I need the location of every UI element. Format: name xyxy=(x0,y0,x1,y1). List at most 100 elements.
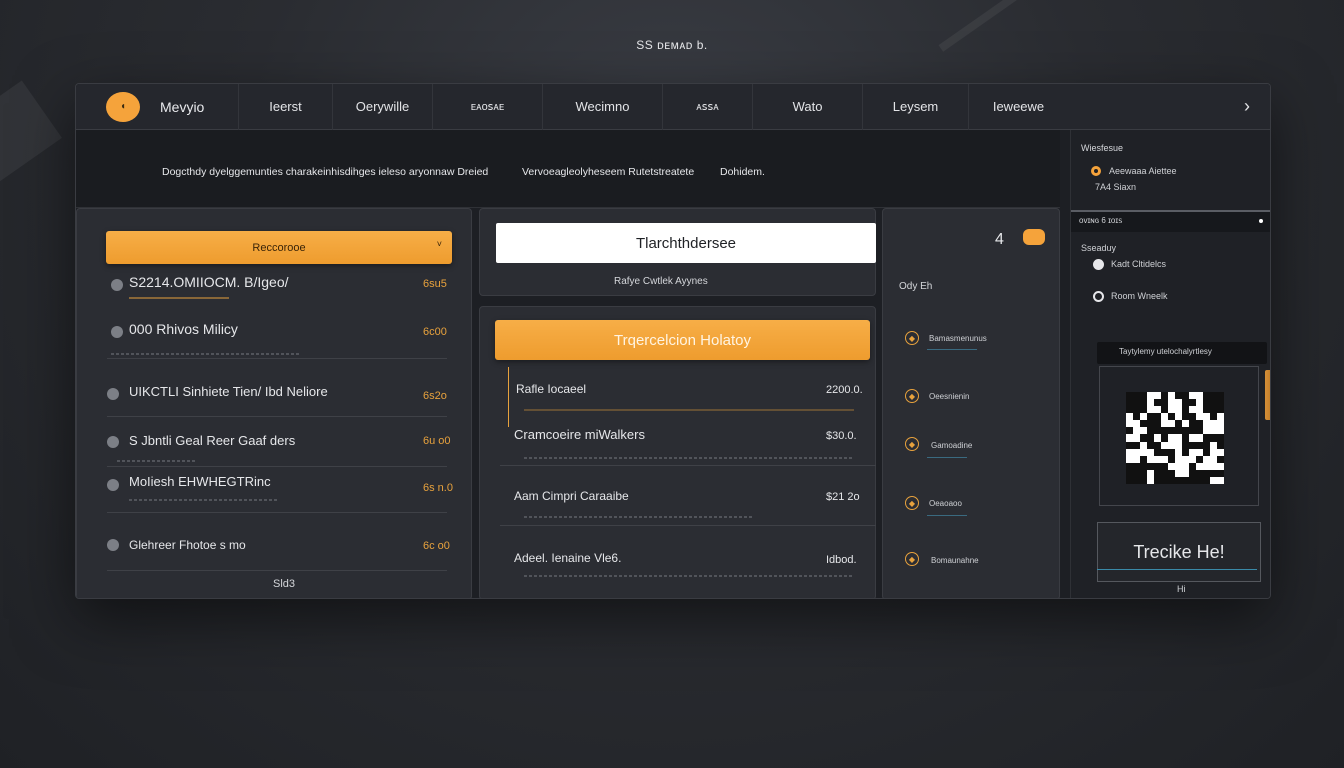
list-item-label[interactable]: Glehreer Fhotoe s mo xyxy=(129,538,246,552)
banner-text-left: Dogcthdy dyelggemunties charakeinhisdihg… xyxy=(162,166,489,178)
chat-bubble-icon[interactable] xyxy=(1023,229,1045,245)
section-title: Sseaduy xyxy=(1081,243,1117,253)
transaction-label[interactable]: Aam Cimpri Caraaibe xyxy=(514,489,629,503)
accounts-dropdown-label: Reccorooe xyxy=(252,241,306,254)
search-subtext: Rafye Cwtlek Ayynes xyxy=(614,276,708,287)
chevron-right-icon[interactable]: › xyxy=(1244,96,1250,117)
divider xyxy=(500,525,876,526)
search-input[interactable]: Tlarchthdersee xyxy=(496,223,876,263)
search-panel: Tlarchthdersee Rafye Cwtlek Ayynes xyxy=(479,208,876,296)
activity-subtitle: Ody Eh xyxy=(899,281,933,292)
list-item-label[interactable]: S Jbntli Geal Reer Gaaf ders xyxy=(129,433,295,448)
tab-4[interactable]: Wecimno xyxy=(542,84,662,130)
qr-title: Taytylemy utelochalyrtlesy xyxy=(1119,347,1212,356)
transaction-label[interactable]: Rafle Iocaeel xyxy=(516,382,586,396)
divider xyxy=(107,358,447,359)
list-item-value: 6s2o xyxy=(423,390,447,402)
divider xyxy=(927,515,967,516)
activity-count: 4 xyxy=(995,231,1004,248)
progress-bar: ᴏᴠɪɴɢ 6 ɪᴏɪꜱ xyxy=(1071,210,1270,232)
transaction-history-button[interactable]: Trqercelcion Holatoy xyxy=(495,320,870,360)
brand-name[interactable]: Mevyio xyxy=(160,99,238,115)
radio-selected-icon[interactable] xyxy=(1091,166,1101,176)
transaction-amount: 2200.0. xyxy=(826,384,863,396)
option-label[interactable]: Kadt Cltidelcs xyxy=(1111,259,1166,269)
transaction-history-panel: Trqercelcion Holatoy Rafle Iocaeel 2200.… xyxy=(479,306,876,598)
transaction-label[interactable]: Cramcoeire miWalkers xyxy=(514,427,645,442)
divider xyxy=(927,457,967,458)
activity-item[interactable]: Bamasmenunus xyxy=(929,334,987,343)
list-item-label[interactable]: S2214.OMIIOCM. B/Igeo/ xyxy=(129,274,289,290)
list-item-label[interactable]: 000 Rhivos Milicy xyxy=(129,321,238,337)
tab-7[interactable]: Leysem xyxy=(862,84,968,130)
token-icon: ◆ xyxy=(905,496,919,510)
tab-3[interactable]: ᴇᴀᴏꜱᴀᴇ xyxy=(432,84,542,130)
list-item-value: 6su5 xyxy=(423,278,447,290)
list-item-value: 6c o0 xyxy=(423,540,450,552)
coin-icon xyxy=(107,539,119,551)
item-subtext xyxy=(129,297,229,299)
list-item-value: 6u o0 xyxy=(423,435,451,447)
activity-item[interactable]: Oeesnienin xyxy=(929,392,969,401)
divider xyxy=(107,512,447,513)
activity-panel: 4 Ody Eh ◆ Bamasmenunus ◆ Oeesnienin ◆ G… xyxy=(882,208,1060,598)
accounts-panel: Reccorooe ˅ S2214.OMIIOCM. B/Igeo/ 6su5 … xyxy=(76,208,472,598)
panel-footer[interactable]: Sld3 xyxy=(273,578,295,590)
option-label[interactable]: Room Wneelk xyxy=(1111,291,1168,301)
chevron-down-icon: ˅ xyxy=(436,239,442,249)
banner-text-mid: Vervoeagleolyheseem Rutetstreatete xyxy=(522,166,695,178)
glow-accent xyxy=(1265,370,1270,420)
divider xyxy=(1097,569,1257,570)
transaction-subtext xyxy=(524,516,754,518)
token-icon: ◆ xyxy=(905,331,919,345)
right-sidebar: Wiesfesue Aeewaaa Aiettee 7A4 Siaxn ᴏᴠɪɴ… xyxy=(1070,130,1270,598)
list-item-value: 6s n.0 xyxy=(423,482,453,494)
coin-icon xyxy=(107,479,119,491)
token-icon: ◆ xyxy=(905,437,919,451)
divider xyxy=(500,465,876,466)
activity-item[interactable]: Gamoadine xyxy=(931,441,972,450)
section-title: Wiesfesue xyxy=(1081,143,1124,153)
sidebar-footer: Hi xyxy=(1177,584,1186,594)
tab-5[interactable]: ᴀꜱꜱᴀ xyxy=(662,84,752,130)
activity-item[interactable]: Oeaoaoo xyxy=(929,499,962,508)
accounts-dropdown[interactable]: Reccorooe ˅ xyxy=(106,231,452,264)
transaction-label[interactable]: Adeel. Ienaine Vle6. xyxy=(514,551,621,565)
divider xyxy=(107,466,447,467)
list-item-label[interactable]: MoIiesh EHWHEGTRinc xyxy=(129,474,271,489)
action-button[interactable]: Trecike He! xyxy=(1097,522,1261,582)
option-label[interactable]: Aeewaaa Aiettee xyxy=(1109,166,1177,176)
transaction-subtext xyxy=(524,409,854,411)
list-item-value: 6c00 xyxy=(423,326,447,338)
tab-2[interactable]: Oerywille xyxy=(332,84,432,130)
page-caption: SS ᴅᴇᴍᴀᴅ b. xyxy=(636,38,708,52)
tab-1[interactable]: Ieerst xyxy=(238,84,332,130)
tab-8[interactable]: Ieweewe xyxy=(968,84,1068,130)
transaction-subtext xyxy=(524,575,854,577)
transaction-subtext xyxy=(524,457,854,459)
item-subtext xyxy=(117,460,197,462)
progress-label: ᴏᴠɪɴɢ 6 ɪᴏɪꜱ xyxy=(1079,216,1123,225)
token-icon: ◆ xyxy=(905,552,919,566)
transaction-amount: $21 2o xyxy=(826,491,860,503)
dot-icon xyxy=(1259,219,1263,223)
activity-item[interactable]: Bomaunahne xyxy=(931,556,979,565)
transaction-amount: Idbod. xyxy=(826,554,857,566)
item-subtext xyxy=(129,499,279,501)
divider xyxy=(107,570,447,571)
divider xyxy=(107,416,447,417)
banner-text-right: Dohidem. xyxy=(720,166,765,178)
option-sublabel: 7A4 Siaxn xyxy=(1095,182,1137,192)
background-shard xyxy=(0,80,62,190)
divider xyxy=(508,367,509,427)
coin-icon xyxy=(111,279,123,291)
token-icon: ◆ xyxy=(905,389,919,403)
radio-icon[interactable] xyxy=(1093,291,1104,302)
coin-icon xyxy=(107,388,119,400)
tab-6[interactable]: Wato xyxy=(752,84,862,130)
radio-icon[interactable] xyxy=(1093,259,1104,270)
transaction-amount: $30.0. xyxy=(826,430,857,442)
item-subtext xyxy=(111,353,301,355)
list-item-label[interactable]: UIKCTLI Sinhiete Tien/ Ibd Neliore xyxy=(129,384,328,399)
logo-icon[interactable]: ◖ xyxy=(106,91,140,122)
